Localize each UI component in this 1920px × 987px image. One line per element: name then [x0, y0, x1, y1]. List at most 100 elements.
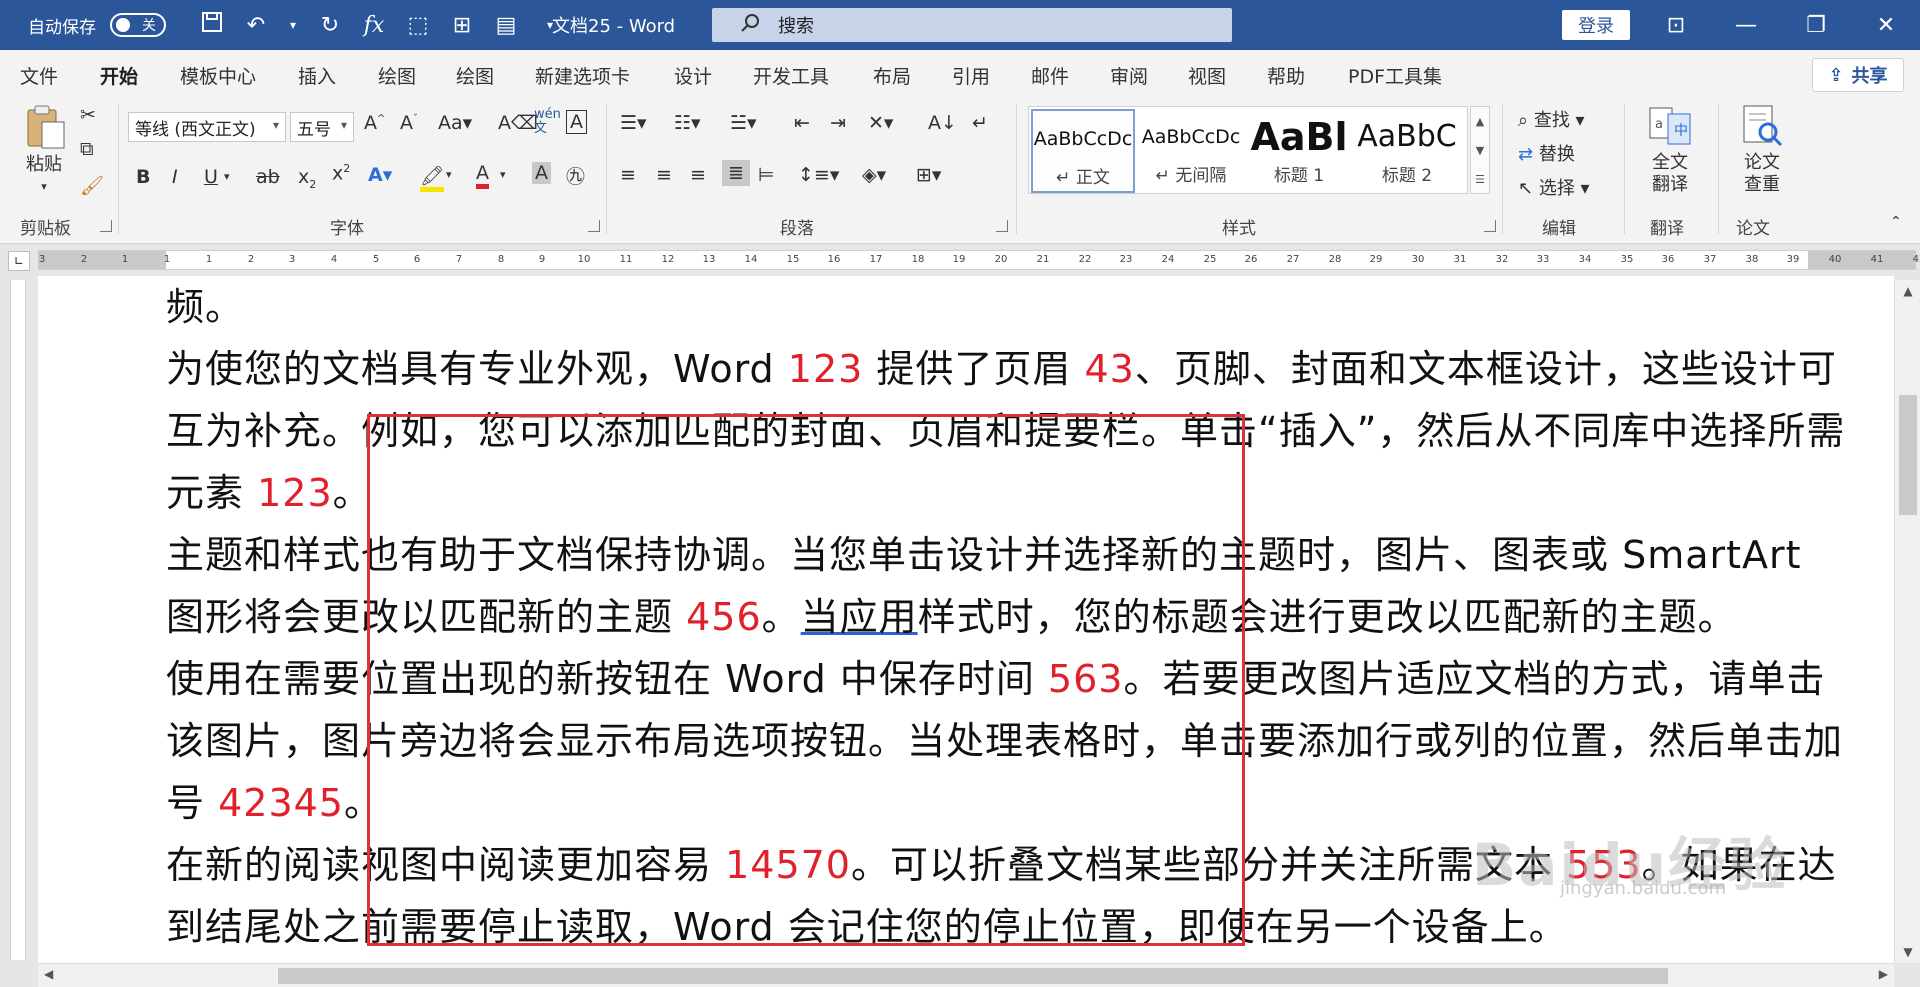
bold-icon[interactable]: B [136, 166, 150, 188]
collapse-ribbon-icon[interactable]: ⌃ [1890, 214, 1902, 230]
tab-review[interactable]: 审阅 [1110, 62, 1148, 89]
sort-icon[interactable]: A↓ [928, 112, 957, 134]
tab-developer[interactable]: 开发工具 [753, 62, 829, 89]
tab-mailings[interactable]: 邮件 [1031, 62, 1069, 89]
tab-design[interactable]: 设计 [674, 62, 712, 89]
font-color-icon[interactable]: A [476, 162, 489, 189]
justify-icon[interactable]: ≣ [722, 160, 750, 186]
enclose-char-icon[interactable]: ㊈ [566, 162, 585, 189]
tab-layout[interactable]: 布局 [873, 62, 911, 89]
vertical-ruler[interactable] [10, 280, 26, 960]
style-heading-1[interactable]: AaBl 标题 1 [1247, 109, 1351, 193]
tab-home[interactable]: 开始 [100, 62, 139, 99]
char-shading-icon[interactable]: A [532, 162, 551, 184]
search-input[interactable]: 搜索 [712, 8, 1232, 42]
style-no-spacing[interactable]: AaBbCcDc ↵ 无间隔 [1139, 109, 1243, 193]
tab-pdf-tools[interactable]: PDF工具集 [1348, 62, 1442, 89]
align-center-icon[interactable]: ≡ [656, 164, 672, 186]
style-normal[interactable]: AaBbCcDc ↵ 正文 [1031, 109, 1135, 193]
font-launcher[interactable] [588, 220, 600, 232]
align-left-icon[interactable]: ≡ [620, 164, 636, 186]
scroll-down-icon[interactable]: ▼ [1895, 945, 1920, 959]
increase-indent-icon[interactable]: ⇥ [830, 112, 846, 134]
style-heading-2[interactable]: AaBbC 标题 2 [1355, 109, 1459, 193]
paste-button[interactable]: 粘贴 ▾ [18, 104, 70, 198]
horizontal-scrollbar[interactable]: ◀ ▶ [38, 963, 1894, 987]
share-button[interactable]: ⇪ 共享 [1812, 58, 1904, 92]
strikethrough-icon[interactable]: ab [256, 166, 280, 188]
underline-icon[interactable]: U [204, 166, 218, 188]
close-icon[interactable]: ✕ [1870, 13, 1902, 38]
superscript-icon[interactable]: x2 [332, 162, 350, 184]
undo-icon[interactable]: ↶ [244, 13, 268, 38]
save-icon[interactable] [200, 11, 224, 39]
grow-font-icon[interactable]: A^ [364, 112, 385, 134]
cut-icon[interactable]: ✂ [80, 104, 96, 126]
tab-draw[interactable]: 绘图 [378, 62, 416, 89]
italic-icon[interactable]: I [172, 166, 178, 188]
highlight-dropdown-icon[interactable]: ▾ [446, 168, 452, 181]
copy-icon[interactable]: ⧉ [80, 138, 94, 160]
scroll-left-icon[interactable]: ◀ [44, 967, 53, 981]
scroll-up-icon[interactable]: ▲ [1895, 284, 1920, 298]
paragraph-launcher[interactable] [996, 220, 1008, 232]
multilevel-list-icon[interactable]: ☱▾ [730, 112, 757, 134]
font-color-dropdown-icon[interactable]: ▾ [500, 168, 506, 181]
shading-icon[interactable]: ◈▾ [862, 164, 886, 186]
tab-view[interactable]: 视图 [1188, 62, 1226, 89]
show-marks-icon[interactable]: ↵ [972, 112, 988, 134]
change-case-icon[interactable]: Aa▾ [438, 112, 472, 134]
vertical-scroll-thumb[interactable] [1899, 395, 1917, 515]
shrink-font-icon[interactable]: Aˇ [400, 112, 418, 134]
char-border-icon[interactable]: A [566, 110, 587, 134]
decrease-indent-icon[interactable]: ⇤ [794, 112, 810, 134]
horizontal-scroll-thumb[interactable] [278, 968, 1668, 984]
tab-new-tab[interactable]: 新建选项卡 [535, 62, 630, 89]
font-size-combo[interactable]: 五号 ▾ [290, 112, 354, 142]
distributed-icon[interactable]: ⊨ [758, 164, 775, 186]
redo-icon[interactable]: ↻ [318, 13, 342, 38]
minimize-icon[interactable]: — [1730, 13, 1762, 38]
scroll-right-icon[interactable]: ▶ [1879, 967, 1888, 981]
chevron-down-icon[interactable]: ▼ [1471, 136, 1489, 165]
document-icon[interactable]: ▤ [494, 13, 518, 38]
replace-button[interactable]: ⇄ 替换 [1518, 140, 1575, 166]
chinese-layout-icon[interactable]: ✕▾ [868, 112, 893, 134]
org-chart-icon[interactable]: ⊞ [450, 13, 474, 38]
tab-draw-2[interactable]: 绘图 [456, 62, 494, 89]
underline-dropdown-icon[interactable]: ▾ [224, 170, 230, 183]
chevron-up-icon[interactable]: ▲ [1471, 107, 1489, 136]
select-object-icon[interactable]: ⬚ [406, 13, 430, 38]
login-button[interactable]: 登录 [1562, 10, 1630, 40]
format-painter-icon[interactable]: 🖌 [80, 174, 104, 197]
text-effects-icon[interactable]: A▾ [368, 164, 392, 186]
align-right-icon[interactable]: ≡ [690, 164, 706, 186]
vertical-scrollbar[interactable]: ▲ ▼ [1894, 280, 1920, 963]
find-button[interactable]: ⌕ 查找 ▾ [1518, 106, 1585, 132]
select-button[interactable]: ↖ 选择 ▾ [1518, 174, 1590, 200]
font-name-combo[interactable]: 等线 (西文正文) ▾ [128, 112, 286, 142]
tab-file[interactable]: 文件 [20, 62, 58, 89]
formula-icon[interactable]: fx [362, 13, 386, 38]
highlight-icon[interactable]: 🖍 [420, 164, 445, 192]
paper-check-button[interactable]: 论文 查重 [1732, 104, 1792, 196]
ribbon-display-icon[interactable]: ⊡ [1660, 13, 1692, 38]
tab-selector[interactable]: ∟ [8, 251, 30, 271]
subscript-icon[interactable]: x2 [298, 166, 316, 191]
tab-insert[interactable]: 插入 [298, 62, 336, 89]
styles-gallery-scroll[interactable]: ▲ ▼ ☰ [1470, 106, 1490, 194]
gallery-more-icon[interactable]: ☰ [1471, 165, 1489, 194]
line-spacing-icon[interactable]: ↕≡▾ [798, 164, 839, 186]
restore-icon[interactable]: ❐ [1800, 13, 1832, 38]
styles-launcher[interactable] [1484, 220, 1496, 232]
bullets-icon[interactable]: ☰▾ [620, 112, 647, 134]
phonetic-guide-icon[interactable]: wén 文 [534, 108, 561, 136]
tab-references[interactable]: 引用 [952, 62, 990, 89]
tab-help[interactable]: 帮助 [1267, 62, 1305, 89]
tab-template-center[interactable]: 模板中心 [180, 62, 256, 89]
chevron-down-icon[interactable]: ▾ [288, 18, 298, 32]
autosave-toggle[interactable]: 关 [110, 13, 166, 37]
full-translate-button[interactable]: 中a 全文 翻译 [1640, 104, 1700, 196]
borders-icon[interactable]: ⊞▾ [916, 164, 941, 186]
clipboard-launcher[interactable] [100, 220, 112, 232]
